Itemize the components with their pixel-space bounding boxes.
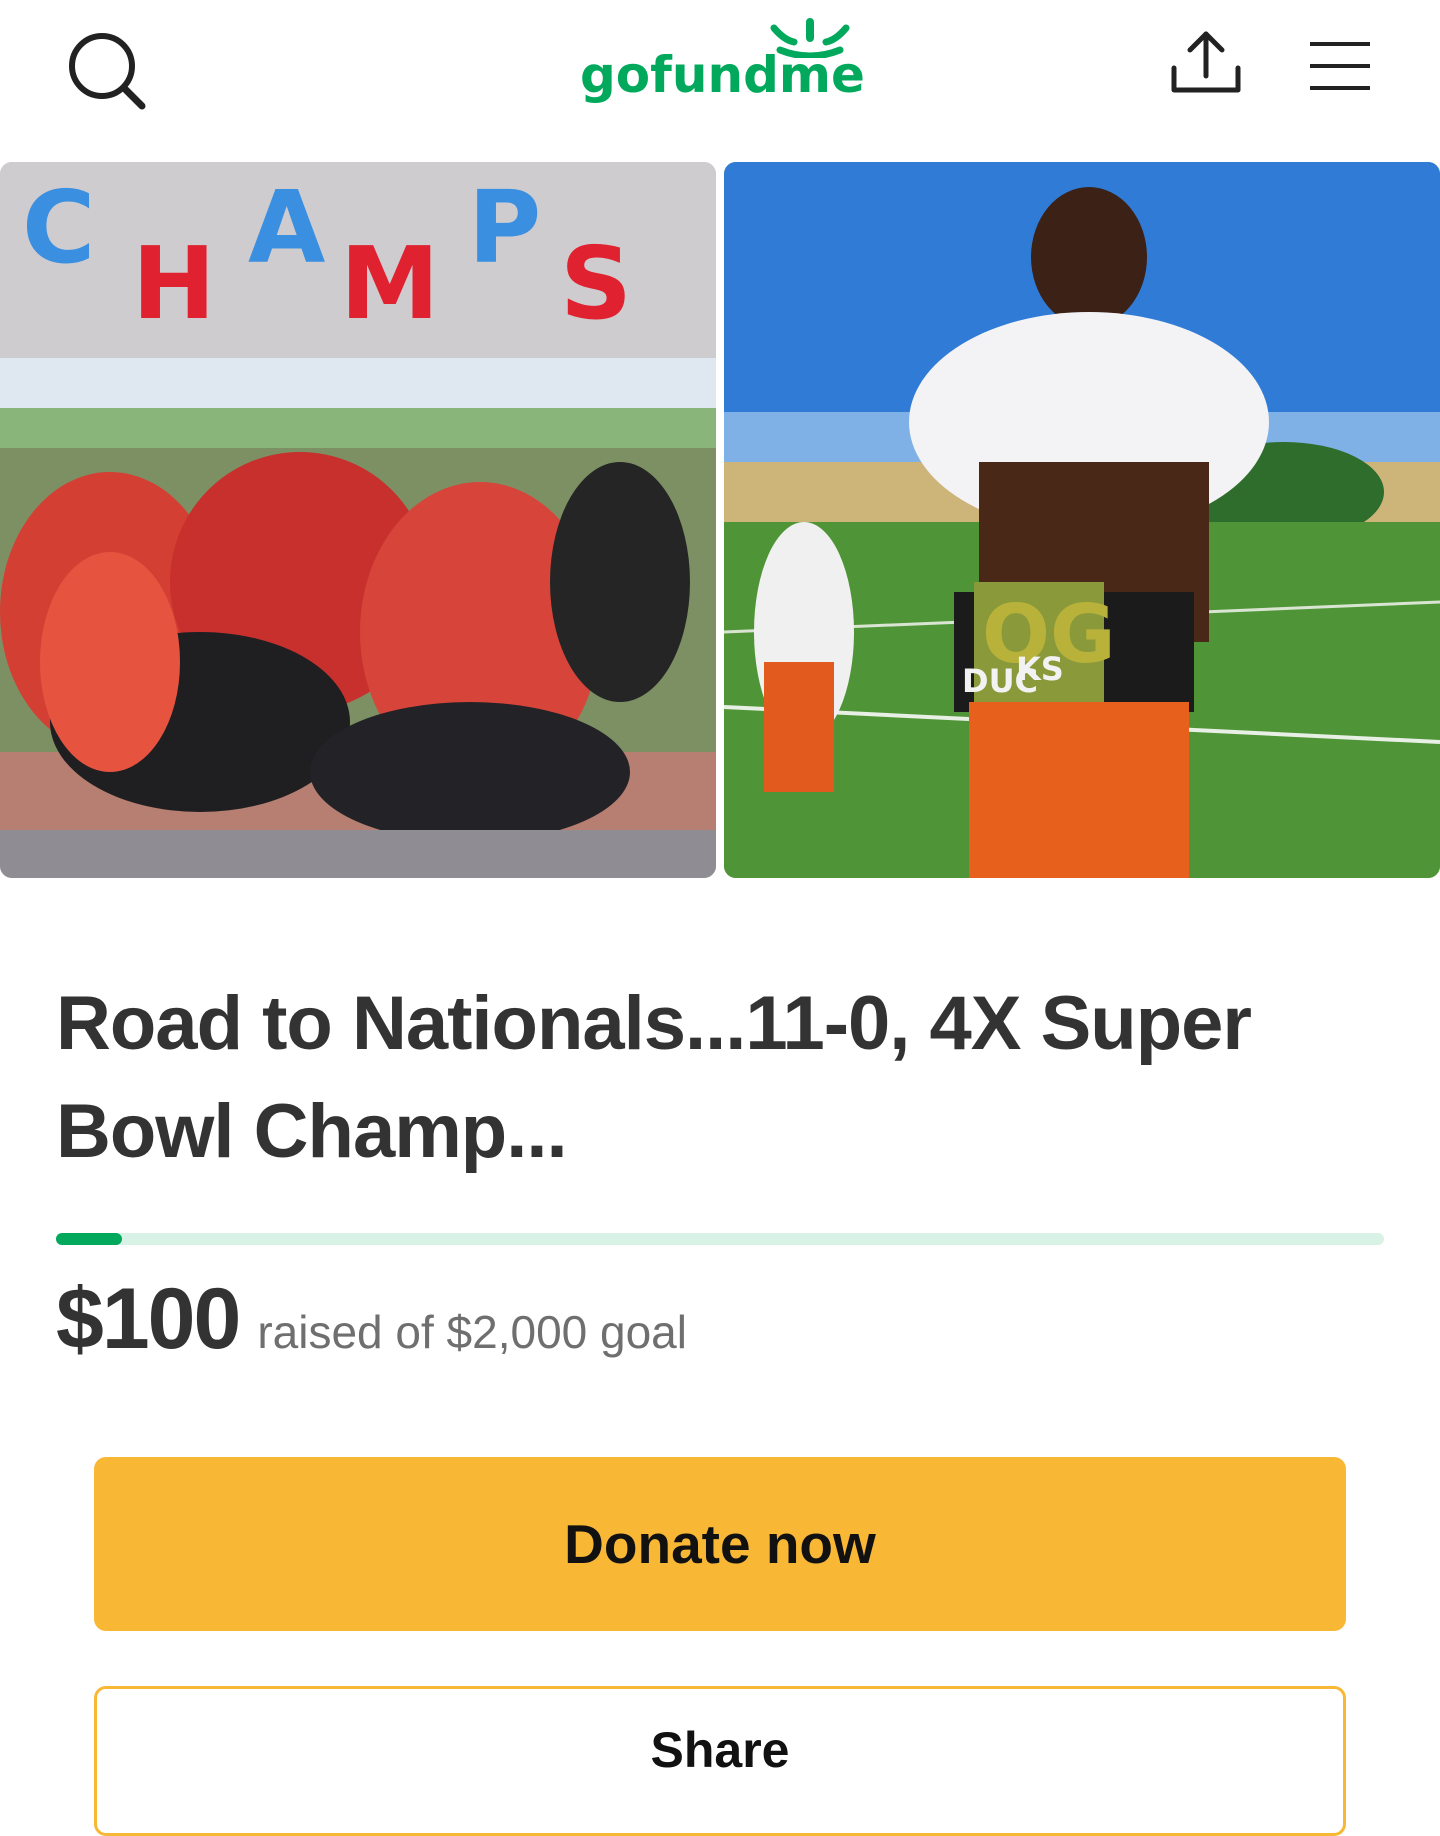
- campaign-title: Road to Nationals...11-0, 4X Super Bowl …: [56, 981, 1252, 1174]
- champs-letter-h: H: [132, 225, 216, 342]
- raised-goal-text: raised of $2,000 goal: [257, 1306, 687, 1358]
- fundraising-progress-fill: [56, 1233, 123, 1245]
- donate-now-button[interactable]: Donate now: [94, 1457, 1346, 1631]
- raised-summary: $100 raised of $2,000 goal: [56, 1270, 687, 1370]
- medallion-ks-text: KS: [1016, 650, 1064, 688]
- champs-letter-a: A: [248, 169, 325, 286]
- search-icon: [69, 33, 146, 110]
- player-photo-image: OG DUC KS: [724, 162, 1440, 878]
- player-field-photo[interactable]: OG DUC KS: [724, 162, 1440, 878]
- raised-amount: $100: [56, 1271, 241, 1367]
- team-photo-image: C H A M P S: [0, 162, 716, 878]
- champs-letter-m: M: [340, 225, 440, 342]
- logo-text: gofundme: [580, 46, 865, 104]
- campaign-photo-gallery: C H A M P S OG DUC KS: [0, 162, 1440, 878]
- champs-letter-s: S: [560, 225, 632, 342]
- search-button[interactable]: [62, 26, 152, 116]
- share-upload-icon: [1171, 31, 1241, 93]
- hamburger-menu-icon: [1310, 42, 1370, 90]
- champs-letter-c: C: [22, 169, 95, 286]
- gofundme-logo[interactable]: gofundme: [580, 18, 865, 118]
- team-champs-photo[interactable]: C H A M P S: [0, 162, 716, 878]
- menu-button[interactable]: [1300, 36, 1400, 96]
- share-button[interactable]: Share: [94, 1686, 1346, 1836]
- fundraising-progress-bar: [56, 1233, 1384, 1245]
- champs-letter-p: P: [468, 169, 541, 286]
- top-nav-bar: gofundme: [0, 0, 1440, 160]
- share-upload-button[interactable]: [1160, 26, 1270, 106]
